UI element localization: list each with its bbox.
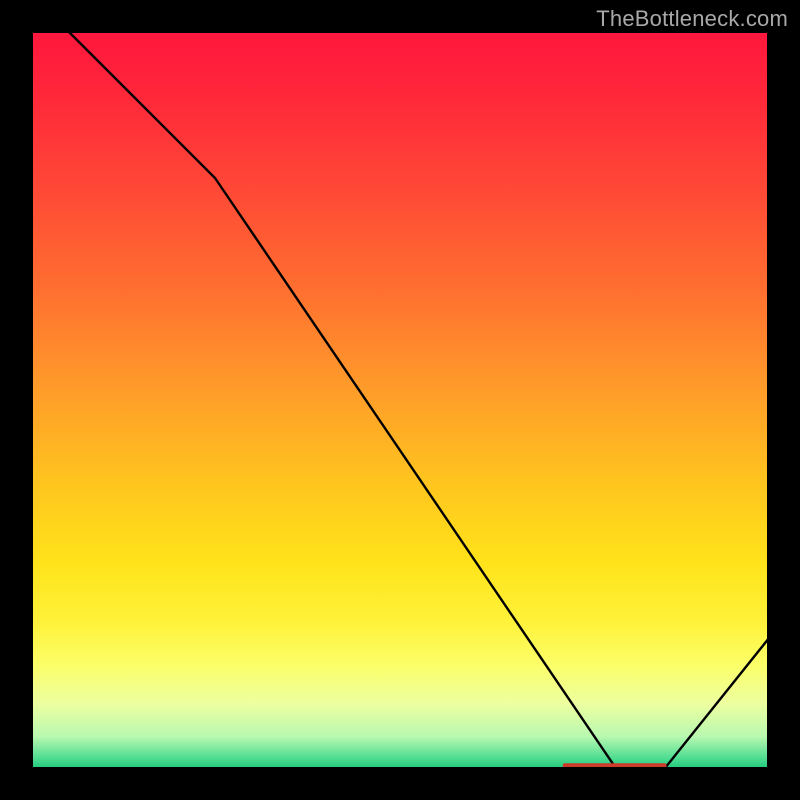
chart-frame: TheBottleneck.com <box>0 0 800 800</box>
plot-area <box>30 30 770 770</box>
chart-svg <box>30 30 770 770</box>
watermark-label: TheBottleneck.com <box>596 6 788 32</box>
gradient-panel <box>30 30 770 770</box>
